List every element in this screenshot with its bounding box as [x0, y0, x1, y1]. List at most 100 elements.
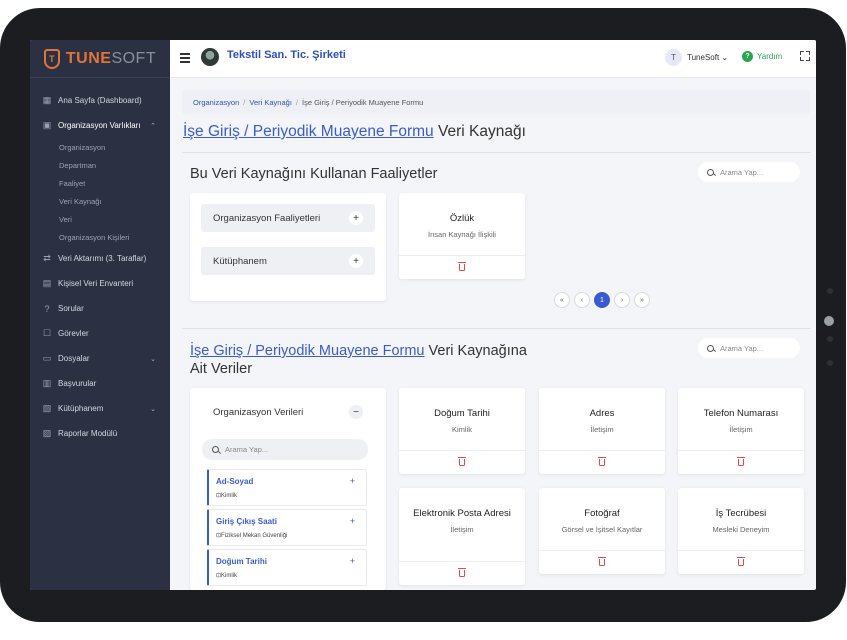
- data-card[interactable]: İş Tecrübesi Mesleki Deneyim: [678, 488, 804, 574]
- sidebar-subitem-department[interactable]: Departman: [30, 156, 170, 174]
- data-item-name: Doğum Tarihi: [216, 557, 267, 566]
- sidebar-item-organization-assets[interactable]: ▣ Organizasyon Varlıkları ⌃: [30, 113, 170, 138]
- page-title-link[interactable]: İşe Giriş / Periyodik Muayene Formu: [183, 123, 434, 140]
- sidebar-item-label: Organizasyon Varlıkları: [58, 121, 141, 130]
- sidebar-item-dashboard[interactable]: ▦ Ana Sayfa (Dashboard): [30, 88, 170, 113]
- card-title: İş Tecrübesi: [715, 508, 767, 519]
- data-item-category: ⊡Kimlik: [216, 573, 238, 579]
- pager-first[interactable]: «: [554, 292, 570, 308]
- user-name: TuneSoft: [687, 53, 720, 62]
- sidebar-item-label: Kişisel Veri Envanteri: [58, 279, 134, 288]
- sidebar-subitem-organization[interactable]: Organizasyon: [30, 138, 170, 156]
- chevron-up-icon: ⌃: [150, 122, 156, 130]
- question-icon: ?: [44, 303, 50, 314]
- side-dot: [827, 288, 833, 294]
- add-icon[interactable]: +: [350, 556, 355, 566]
- pager-next[interactable]: ›: [614, 292, 630, 308]
- data-card[interactable]: Adres İletişim: [539, 388, 665, 474]
- logo-shield-icon: T: [43, 48, 60, 69]
- plus-icon[interactable]: +: [349, 211, 363, 225]
- pagination: « ‹ 1 › »: [554, 292, 650, 308]
- pager-prev[interactable]: ‹: [574, 292, 590, 308]
- search-placeholder: Arama Yap...: [720, 167, 764, 177]
- sidebar-item-label: Başvurular: [58, 379, 97, 388]
- sidebar-item-applications[interactable]: ▥ Başvurular: [30, 371, 170, 396]
- search-input[interactable]: Arama Yap...: [698, 162, 800, 182]
- help-button[interactable]: ? Yardım: [742, 51, 782, 62]
- pager-current[interactable]: 1: [594, 292, 610, 308]
- search-icon: [212, 446, 219, 453]
- library-icon: ▧: [42, 403, 52, 413]
- panel-search-input[interactable]: Arama Yap...: [202, 439, 368, 460]
- sidebar-item-questions[interactable]: ? Sorular: [30, 296, 170, 321]
- add-icon[interactable]: +: [350, 516, 355, 526]
- card-title: Özlük: [449, 213, 475, 224]
- accordion-library[interactable]: Kütüphanem +: [201, 247, 375, 275]
- accordion-organization-activities[interactable]: Organizasyon Faaliyetleri +: [201, 204, 375, 232]
- logo-text-bold: TUNE: [65, 49, 112, 67]
- sidebar-item-tasks[interactable]: ☐ Görevler: [30, 321, 170, 346]
- applications-icon: ▥: [42, 378, 52, 388]
- fullscreen-icon[interactable]: [800, 51, 810, 61]
- pager-last[interactable]: »: [634, 292, 650, 308]
- search-placeholder: Arama Yap...: [720, 343, 764, 353]
- data-item[interactable]: Giriş Çıkış Saati ⊡Fiziksel Mekan Güvenl…: [207, 509, 367, 546]
- activity-card[interactable]: Özlük İnsan Kaynağı İlişkili: [399, 193, 525, 279]
- add-icon[interactable]: +: [350, 476, 355, 486]
- breadcrumb-link[interactable]: Veri Kaynağı: [249, 98, 292, 107]
- breadcrumb-link[interactable]: Organizasyon: [193, 98, 239, 107]
- sidebar-item-label: Raporlar Modülü: [58, 429, 118, 438]
- card-title: Fotoğraf: [584, 508, 620, 519]
- sidebar-item-label: Kütüphanem: [58, 404, 104, 413]
- sidebar-item-reports[interactable]: ▨ Raporlar Modülü: [30, 421, 170, 446]
- sidebar-subitem-data[interactable]: Veri: [30, 210, 170, 228]
- delete-icon[interactable]: [458, 568, 466, 577]
- sidebar-subitem-activity[interactable]: Faaliyet: [30, 174, 170, 192]
- plus-icon[interactable]: +: [349, 254, 363, 268]
- hamburger-menu-icon[interactable]: [180, 53, 190, 65]
- sidebar-item-data-inventory[interactable]: ▤ Kişisel Veri Envanteri: [30, 271, 170, 296]
- sidebar-item-data-transfer[interactable]: ⇄ Veri Aktarımı (3. Taraflar): [30, 246, 170, 271]
- sidebar-subitem-data-source[interactable]: Veri Kaynağı: [30, 192, 170, 210]
- card-subtitle: İnsan Kaynağı İlişkili: [428, 230, 496, 239]
- data-item[interactable]: Ad-Soyad ⊡Kimlik +: [207, 469, 367, 506]
- data-item-name: Giriş Çıkış Saati: [216, 517, 277, 526]
- data-card[interactable]: Fotoğraf Görsel ve İşitsel Kayıtlar: [539, 488, 665, 574]
- search-input[interactable]: Arama Yap...: [698, 338, 800, 358]
- section-title-rest: Veri Kaynağına: [428, 343, 527, 359]
- minus-icon[interactable]: −: [349, 405, 363, 419]
- user-avatar[interactable]: T: [665, 49, 682, 66]
- card-subtitle: İletişim: [729, 425, 753, 434]
- company-avatar[interactable]: [201, 48, 219, 66]
- accordion-label: Organizasyon Verileri: [213, 406, 304, 418]
- delete-icon[interactable]: [737, 557, 745, 566]
- section-title: Bu Veri Kaynağını Kullanan Faaliyetler: [190, 166, 438, 182]
- data-card[interactable]: Doğum Tarihi Kimlik: [399, 388, 525, 474]
- sidebar-item-library[interactable]: ▧ Kütüphanem ⌄: [30, 396, 170, 421]
- data-card[interactable]: Telefon Numarası İletişim: [678, 388, 804, 474]
- delete-icon[interactable]: [598, 557, 606, 566]
- delete-icon[interactable]: [458, 457, 466, 466]
- card-subtitle: Görsel ve İşitsel Kayıtlar: [561, 525, 643, 534]
- sidebar-subitem-organization-people[interactable]: Organizasyon Kişileri: [30, 228, 170, 246]
- section-title-link[interactable]: İşe Giriş / Periyodik Muayene Formu: [190, 343, 425, 359]
- delete-icon[interactable]: [737, 457, 745, 466]
- sidebar-item-files[interactable]: ▭ Dosyalar ⌄: [30, 346, 170, 371]
- sidebar-item-label: Ana Sayfa (Dashboard): [58, 96, 142, 105]
- reports-icon: ▨: [42, 428, 52, 438]
- data-card[interactable]: Elektronik Posta Adresi İletişim: [399, 488, 525, 585]
- logo[interactable]: T TUNESOFT: [30, 40, 170, 78]
- delete-icon[interactable]: [598, 457, 606, 466]
- accordion-label: Organizasyon Faaliyetleri: [213, 212, 321, 224]
- folder-icon: ▭: [42, 353, 52, 363]
- divider: [182, 328, 811, 329]
- company-name[interactable]: Tekstil San. Tic. Şirketi: [227, 49, 346, 61]
- breadcrumb: Organizasyon / Veri Kaynağı / İşe Giriş …: [182, 90, 810, 114]
- sidebar-item-label: Dosyalar: [58, 354, 90, 363]
- side-button: [824, 316, 834, 326]
- delete-icon[interactable]: [458, 262, 466, 271]
- card-subtitle: İletişim: [450, 525, 474, 534]
- data-item[interactable]: Doğum Tarihi ⊡Kimlik +: [207, 549, 367, 586]
- user-menu[interactable]: TuneSoft ⌄: [687, 53, 728, 62]
- accordion-organization-data[interactable]: Organizasyon Verileri −: [201, 398, 375, 426]
